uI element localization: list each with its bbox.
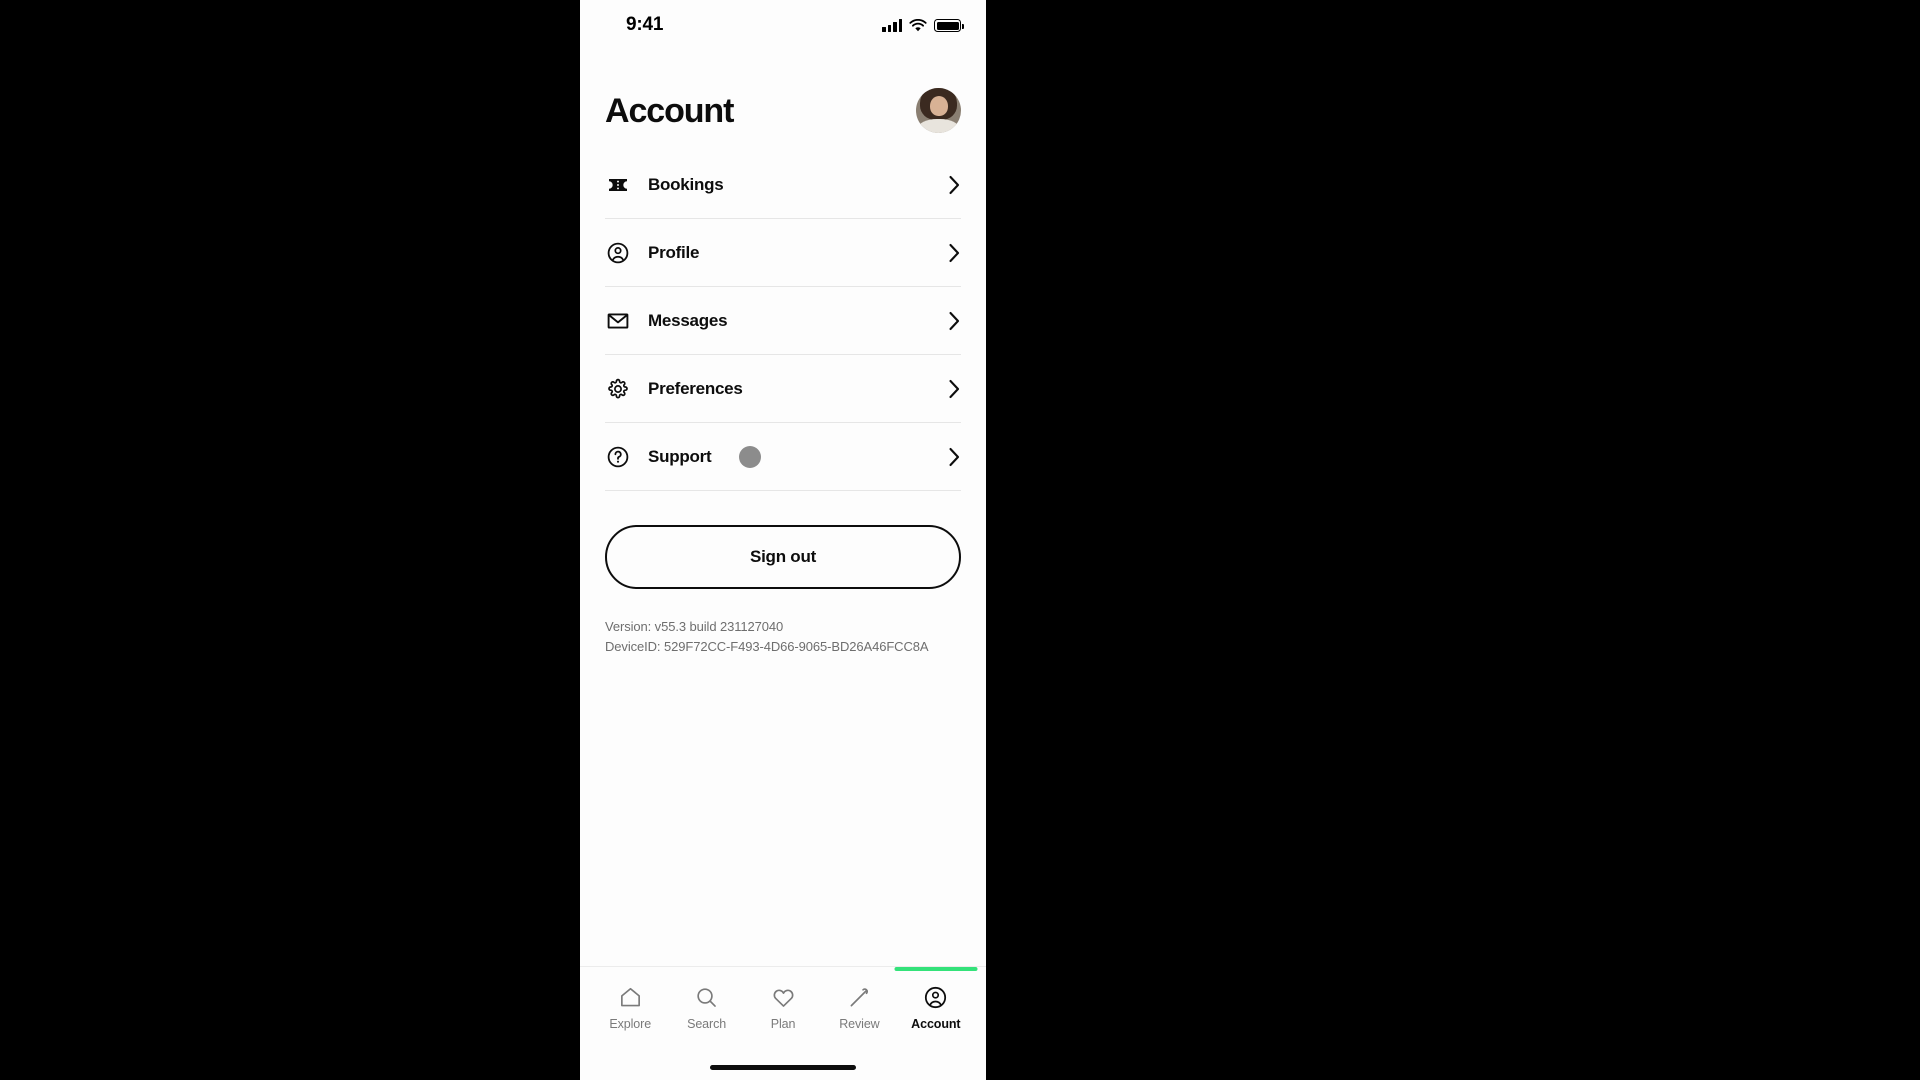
home-indicator[interactable] xyxy=(710,1064,856,1070)
tab-account[interactable]: Account xyxy=(894,967,978,1031)
chevron-right-icon xyxy=(947,311,961,330)
status-bar: 9:41 xyxy=(580,0,986,56)
sign-out-button[interactable]: Sign out xyxy=(605,525,961,589)
chevron-right-icon xyxy=(947,447,961,466)
active-tab-indicator xyxy=(894,967,978,971)
device-id-text: DeviceID: 529F72CC-F493-4D66-9065-BD26A4… xyxy=(605,639,929,655)
menu-item-label: Profile xyxy=(648,242,700,262)
menu-item-preferences[interactable]: Preferences xyxy=(605,355,961,423)
tab-explore[interactable]: Explore xyxy=(592,981,668,1031)
phone-viewport: 9:41 Account Bookings Profile Messages P… xyxy=(580,0,986,1080)
home-indicator-area xyxy=(580,1054,986,1080)
chevron-right-icon xyxy=(947,243,961,262)
page-header: Account xyxy=(580,56,986,151)
chevron-right-icon xyxy=(947,379,961,398)
gear-icon xyxy=(605,376,631,402)
ticket-icon xyxy=(605,172,631,198)
question-circle-icon xyxy=(605,444,631,470)
tab-label: Plan xyxy=(770,1017,796,1031)
menu-item-bookings[interactable]: Bookings xyxy=(605,151,961,219)
app-version-text: Version: v55.3 build 231127040 xyxy=(605,619,784,634)
chevron-right-icon xyxy=(947,175,961,194)
page-title: Account xyxy=(605,91,734,130)
cellular-bars-icon xyxy=(882,19,902,32)
account-menu-list: Bookings Profile Messages Preferences Su… xyxy=(580,151,986,491)
menu-item-label: Bookings xyxy=(648,174,724,194)
avatar[interactable] xyxy=(916,88,961,133)
search-icon xyxy=(694,985,719,1010)
menu-item-label: Messages xyxy=(648,310,728,330)
screen-root: 9:41 Account Bookings Profile Messages P… xyxy=(0,0,1920,1080)
menu-item-label: Support xyxy=(648,446,712,466)
tab-search[interactable]: Search xyxy=(668,981,744,1031)
wifi-icon xyxy=(909,18,927,32)
tab-review[interactable]: Review xyxy=(821,981,897,1031)
menu-item-support[interactable]: Support xyxy=(605,423,961,491)
menu-item-label: Preferences xyxy=(648,378,743,398)
user-circle-icon xyxy=(923,985,948,1010)
heart-icon xyxy=(771,985,796,1010)
status-bar-icons xyxy=(882,16,964,32)
envelope-icon xyxy=(605,308,631,334)
menu-item-messages[interactable]: Messages xyxy=(605,287,961,355)
user-circle-icon xyxy=(605,240,631,266)
home-icon xyxy=(618,985,643,1010)
menu-item-profile[interactable]: Profile xyxy=(605,219,961,287)
sign-out-section: Sign out xyxy=(580,491,986,589)
pencil-icon xyxy=(847,985,872,1010)
tab-plan[interactable]: Plan xyxy=(745,981,821,1031)
battery-full-icon xyxy=(934,19,964,32)
tab-label: Search xyxy=(687,1017,727,1031)
bottom-tab-bar: Explore Search Plan Review Account xyxy=(580,966,986,1054)
status-bar-time: 9:41 xyxy=(626,14,664,35)
tab-label: Account xyxy=(911,1017,961,1031)
tab-label: Review xyxy=(839,1017,880,1031)
app-info-block: Version: v55.3 build 231127040 DeviceID:… xyxy=(580,589,986,657)
tab-label: Explore xyxy=(609,1017,652,1031)
